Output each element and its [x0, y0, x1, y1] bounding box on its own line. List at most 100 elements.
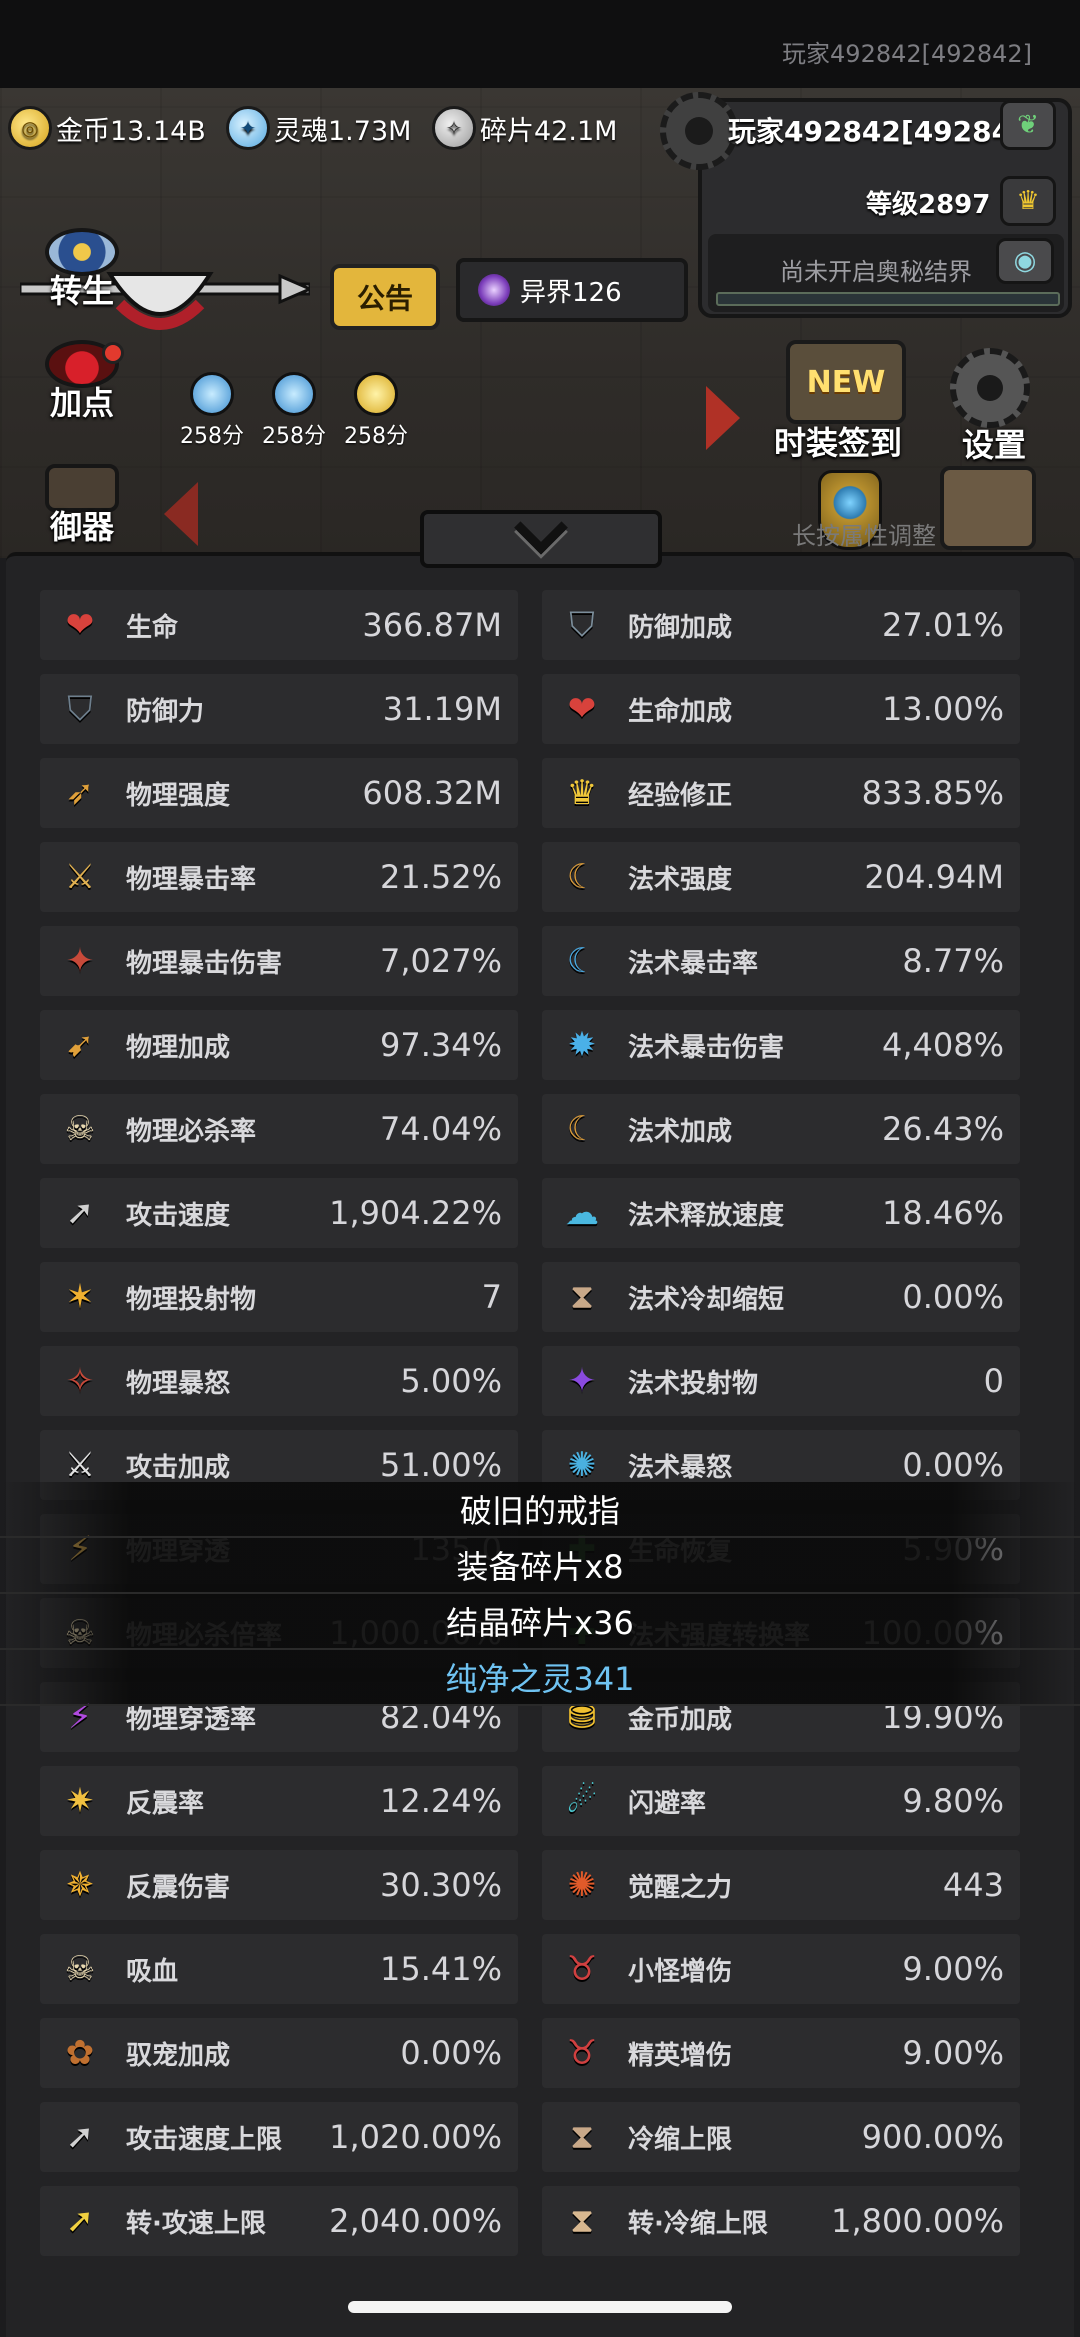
stat-row[interactable]: ♉ 精英增伤 9.00% — [542, 2018, 1020, 2088]
rebirth-button[interactable]: 转生 — [40, 228, 124, 312]
stat-value: 26.43% — [881, 1110, 1004, 1148]
stat-value: 0 — [983, 1362, 1004, 1400]
stat-label: 转·攻速上限 — [126, 2208, 266, 2239]
gold-text: 金币13.14B — [56, 115, 206, 147]
stat-row[interactable]: ⛉ 防御力 31.19M — [40, 674, 518, 744]
buff-timer: 258分 — [344, 424, 408, 449]
defense-button[interactable]: 御器 — [40, 464, 124, 548]
soul-icon: ✦ — [226, 106, 270, 150]
stat-label: 冷缩上限 — [628, 2124, 733, 2155]
stat-value: 1,020.00% — [329, 2118, 502, 2156]
stat-row[interactable]: ☠ 物理必杀率 74.04% — [40, 1094, 518, 1164]
stat-row[interactable]: ✹ 法术暴击伤害 4,408% — [542, 1010, 1020, 1080]
soul-buff-icon — [272, 372, 316, 416]
magic-bonus-icon: ☾ — [566, 1109, 598, 1149]
settings-icon[interactable] — [950, 348, 1030, 428]
profile-button[interactable]: ❦ — [1000, 100, 1056, 150]
arrow-left-icon[interactable] — [164, 482, 198, 546]
stat-row[interactable]: ✧ 物理暴怒 5.00% — [40, 1346, 518, 1416]
buff-gold: 258分 — [336, 372, 416, 450]
stat-row[interactable]: ✷ 反震率 12.24% — [40, 1766, 518, 1836]
stat-row[interactable]: ⚔ 物理暴击率 21.52% — [40, 842, 518, 912]
stat-label: 物理暴击伤害 — [126, 948, 283, 979]
stat-row[interactable]: ❤ 生命 366.87M — [40, 590, 518, 660]
scroll-icon[interactable] — [940, 466, 1036, 550]
stat-row[interactable]: ✵ 反震伤害 30.30% — [40, 1850, 518, 1920]
reflect-icon: ✷ — [65, 1781, 95, 1821]
elite-demon-icon: ♉ — [566, 2033, 598, 2073]
stat-row[interactable]: ➹ 物理加成 97.34% — [40, 1010, 518, 1080]
stat-row[interactable]: ♛ 经验修正 833.85% — [542, 758, 1020, 828]
stat-value: 443 — [942, 1866, 1004, 1904]
stat-row[interactable]: ☾ 法术强度 204.94M — [542, 842, 1020, 912]
dodge-icon: ☄ — [566, 1781, 598, 1821]
new-badge[interactable]: NEW — [786, 340, 906, 424]
soul-counter: ✦ 灵魂1.73M — [226, 100, 411, 156]
stat-row[interactable]: ✶ 物理投射物 7 — [40, 1262, 518, 1332]
stat-row[interactable]: ☾ 法术暴击率 8.77% — [542, 926, 1020, 996]
add-points-button[interactable]: 加点 — [40, 340, 124, 424]
stat-label: 法术加成 — [628, 1116, 733, 1147]
stat-label: 反震伤害 — [126, 1872, 231, 1903]
awaken-icon: ✺ — [567, 1865, 597, 1905]
settings-label[interactable]: 设置 — [962, 420, 1026, 466]
stat-row[interactable]: ☠ 吸血 15.41% — [40, 1934, 518, 2004]
reflect-damage-icon: ✵ — [65, 1865, 95, 1905]
home-indicator[interactable] — [348, 2301, 732, 2313]
stat-row[interactable]: ❤ 生命加成 13.00% — [542, 674, 1020, 744]
stat-row[interactable]: ✦ 法术投射物 0 — [542, 1346, 1020, 1416]
stat-row[interactable]: ➚ 攻击速度上限 1,020.00% — [40, 2102, 518, 2172]
gold-buff-icon — [354, 372, 398, 416]
stat-row[interactable]: ⧗ 转·冷缩上限 1,800.00% — [542, 2186, 1020, 2256]
stat-label: 闪避率 — [628, 1788, 707, 1819]
stat-label: 经验修正 — [628, 780, 733, 811]
stat-row[interactable]: ☄ 闪避率 9.80% — [542, 1766, 1020, 1836]
stat-row[interactable]: ➚ 攻击速度 1,904.22% — [40, 1178, 518, 1248]
stat-label: 物理暴击率 — [126, 864, 257, 895]
stat-row[interactable]: ✦ 物理暴击伤害 7,027% — [40, 926, 518, 996]
coin-icon: ◎ — [8, 106, 52, 150]
arrow-right-icon[interactable] — [706, 386, 740, 450]
stat-value: 9.80% — [902, 1782, 1004, 1820]
rebirth-label: 转生 — [49, 272, 114, 310]
soul-text: 灵魂1.73M — [274, 115, 412, 147]
stat-row[interactable]: ☁ 法术释放速度 18.46% — [542, 1178, 1020, 1248]
stat-label: 物理必杀率 — [126, 1116, 257, 1147]
stat-row[interactable]: ➚ 转·攻速上限 2,040.00% — [40, 2186, 518, 2256]
shard-icon: ✧ — [432, 106, 476, 150]
stat-row[interactable]: ✺ 觉醒之力 443 — [542, 1850, 1020, 1920]
otherworld-button[interactable]: 异界126 — [456, 258, 688, 322]
stat-row[interactable]: ⛉ 防御加成 27.01% — [542, 590, 1020, 660]
stat-row[interactable]: ☾ 法术加成 26.43% — [542, 1094, 1020, 1164]
stat-label: 法术暴怒 — [628, 1452, 733, 1483]
player-id-text: 玩家492842[492842] — [782, 40, 1032, 68]
skull-icon: ☠ — [64, 1109, 96, 1149]
settings-gear-icon[interactable] — [660, 92, 738, 170]
stat-label: 转·冷缩上限 — [628, 2208, 768, 2239]
secret-realm-progress — [716, 292, 1060, 306]
loot-drop-list: 破旧的戒指 装备碎片x8 结晶碎片x36 纯净之灵341 — [0, 1482, 1080, 1706]
cd-cap-icon: ⧗ — [570, 2117, 594, 2157]
loot-drop-item: 破旧的戒指 — [0, 1482, 1080, 1538]
stat-value: 1,904.22% — [329, 1194, 502, 1232]
stat-value: 12.24% — [379, 1782, 502, 1820]
soul-buff-icon — [190, 372, 234, 416]
stat-value: 27.01% — [881, 606, 1004, 644]
stat-label: 法术冷却缩短 — [628, 1284, 785, 1315]
vortex-button[interactable]: ◉ — [996, 238, 1054, 284]
vip-button[interactable]: ♛ — [1000, 176, 1056, 226]
equip-signin-label[interactable]: 时装签到 — [774, 418, 902, 464]
collapse-button[interactable] — [420, 500, 662, 568]
stat-row[interactable]: ⧗ 冷缩上限 900.00% — [542, 2102, 1020, 2172]
stat-value: 7 — [481, 1278, 502, 1316]
stat-row[interactable]: ✿ 驭宠加成 0.00% — [40, 2018, 518, 2088]
stat-row[interactable]: ➶ 物理强度 608.32M — [40, 758, 518, 828]
demon-icon: ♉ — [566, 1949, 598, 1989]
notice-button[interactable]: 公告 — [330, 264, 440, 330]
status-bar: 玩家492842[492842] — [0, 0, 1080, 88]
stat-label: 法术投射物 — [628, 1368, 759, 1399]
stat-row[interactable]: ♉ 小怪增伤 9.00% — [542, 1934, 1020, 2004]
stat-label: 防御加成 — [628, 612, 733, 643]
stat-label: 攻击加成 — [126, 1452, 231, 1483]
stat-row[interactable]: ⧗ 法术冷却缩短 0.00% — [542, 1262, 1020, 1332]
